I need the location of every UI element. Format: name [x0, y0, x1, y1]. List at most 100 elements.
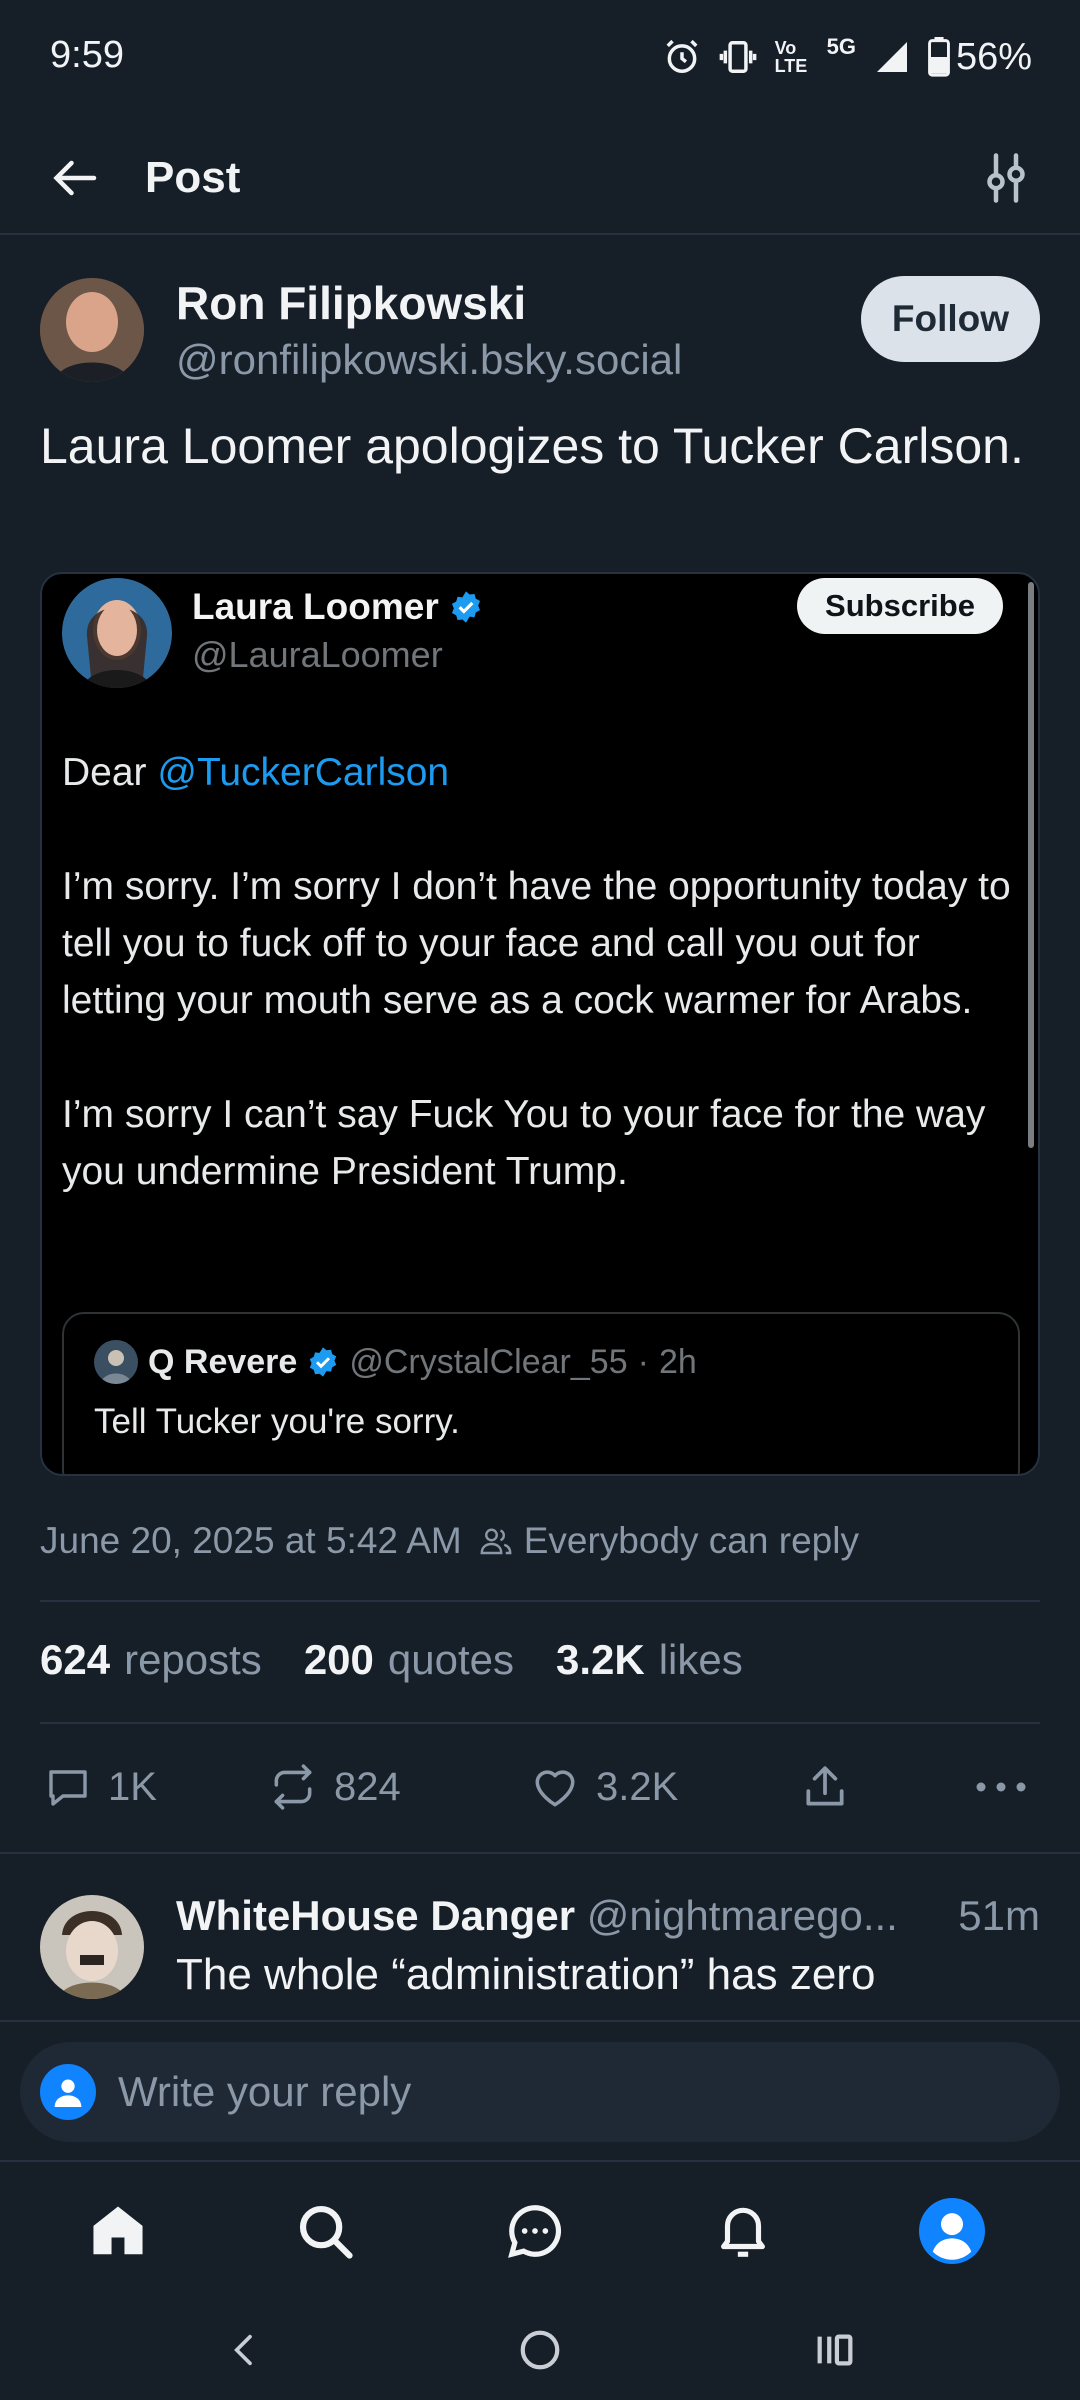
back-button[interactable] — [44, 148, 104, 208]
author-handle[interactable]: @ronfilipkowski.bsky.social — [176, 336, 682, 384]
reply-icon — [49, 1770, 87, 1806]
nav-notifications[interactable] — [708, 2196, 778, 2266]
share-button[interactable] — [800, 1755, 850, 1819]
mention-link: @TuckerCarlson — [157, 751, 450, 794]
reply-button[interactable]: 1K — [44, 1755, 157, 1819]
embed-paragraph-2: I’m sorry I can’t say Fuck You to your f… — [62, 1093, 986, 1193]
system-home-button[interactable] — [510, 2320, 570, 2380]
post-timestamp: June 20, 2025 at 5:42 AM — [40, 1520, 462, 1561]
verified-badge-icon — [451, 591, 480, 623]
alarm-icon — [663, 38, 701, 76]
vibrate-icon — [719, 38, 757, 76]
more-options-button[interactable] — [974, 1755, 1028, 1819]
quote-author-handle: @CrystalClear_55 — [349, 1342, 628, 1381]
reply-avatar[interactable] — [40, 1895, 144, 1999]
reply-author[interactable]: WhiteHouse Danger @nightmarego... — [176, 1892, 898, 1940]
quoted-post: Q Revere @CrystalClear_55 · 2h Tell Tuck… — [62, 1312, 1020, 1474]
status-time: 9:59 — [50, 34, 124, 76]
repost-count: 824 — [334, 1764, 401, 1809]
post-text: Laura Loomer apologizes to Tucker Carlso… — [40, 418, 1024, 474]
nav-search[interactable] — [290, 2196, 360, 2266]
reply-composer[interactable]: Write your reply — [20, 2042, 1060, 2142]
reply-author-handle: @nightmarego... — [586, 1892, 898, 1939]
reply-permission[interactable]: Everybody can reply — [478, 1520, 859, 1562]
embed-paragraph-1: I’m sorry. I’m sorry I don’t have the op… — [62, 865, 1011, 1022]
reply-author-name: WhiteHouse Danger — [176, 1892, 576, 1939]
quotes-label: quotes — [387, 1636, 514, 1683]
reposts-count: 624 — [40, 1636, 111, 1683]
author-avatar[interactable] — [40, 278, 144, 382]
search-icon — [299, 2205, 353, 2259]
likes-count: 3.2K — [556, 1636, 645, 1683]
reply-count: 1K — [108, 1764, 157, 1809]
people-icon — [480, 1528, 512, 1555]
post-stats: 624 reposts 200 quotes 3.2K likes — [40, 1636, 743, 1684]
quoted-post-header: Q Revere @CrystalClear_55 · 2h — [94, 1340, 697, 1384]
profile-icon — [919, 2198, 985, 2264]
embed-author-name: Laura Loomer — [192, 586, 483, 628]
greeting-text: Dear — [62, 751, 147, 794]
reply-permission-text: Everybody can reply — [523, 1520, 859, 1561]
bottom-nav — [0, 2160, 1080, 2296]
status-icons: Vo LTE 5G 56% — [663, 32, 1032, 82]
quote-author-name: Q Revere — [148, 1342, 298, 1381]
reply-input-placeholder: Write your reply — [118, 2068, 412, 2115]
nav-chat[interactable] — [500, 2196, 570, 2266]
likes-label: likes — [658, 1636, 743, 1683]
embed-scrollbar — [1028, 582, 1034, 1148]
repost-icon — [274, 1764, 312, 1810]
battery-level: 56% — [955, 35, 1032, 78]
embed-body: Dear @TuckerCarlson I’m sorry. I’m sorry… — [62, 744, 1012, 1257]
divider — [40, 1600, 1040, 1602]
likes-stat[interactable]: 3.2K likes — [556, 1636, 743, 1684]
reply-time: 51m — [958, 1892, 1040, 1939]
quotes-stat[interactable]: 200 quotes — [304, 1636, 514, 1684]
user-avatar — [40, 2064, 96, 2120]
sliders-icon — [987, 153, 1025, 203]
verified-badge-icon — [310, 1347, 337, 1377]
arrow-left-icon — [53, 160, 97, 196]
quote-text: Tell Tucker you're sorry. — [94, 1402, 460, 1441]
chat-icon — [508, 2205, 561, 2258]
quote-time: 2h — [658, 1342, 697, 1381]
post-meta: June 20, 2025 at 5:42 AM Everybody can r… — [40, 1520, 859, 1562]
like-button[interactable]: 3.2K — [530, 1755, 678, 1819]
author-name[interactable]: Ron Filipkowski — [176, 276, 526, 330]
nav-profile[interactable] — [917, 2196, 987, 2266]
follow-button[interactable]: Follow — [861, 276, 1040, 362]
divider — [40, 1722, 1040, 1724]
subscribe-button: Subscribe — [797, 578, 1003, 634]
more-dots-icon — [976, 1782, 1026, 1792]
repost-button[interactable]: 824 — [268, 1755, 401, 1819]
person-icon — [54, 2079, 82, 2107]
embed-greeting: Dear @TuckerCarlson — [62, 744, 1012, 801]
battery: 56% — [928, 36, 1032, 79]
system-nav-bar — [0, 2300, 1080, 2400]
thread-divider — [0, 1852, 1080, 1854]
battery-icon — [928, 37, 950, 77]
system-recents-button[interactable] — [805, 2320, 865, 2380]
quote-avatar — [94, 1340, 138, 1384]
status-bar: 9:59 Vo LTE 5G 56% — [0, 0, 1080, 120]
nav-home[interactable] — [83, 2196, 153, 2266]
reply-text[interactable]: The whole “administration” has zero — [176, 1950, 1056, 2006]
chevron-left-icon — [234, 2334, 252, 2366]
screen: 9:59 Vo LTE 5G 56% Post Ron Filipkowski … — [0, 0, 1080, 2400]
post-image[interactable]: Laura Loomer @LauraLoomer Subscribe Dear… — [40, 572, 1040, 1476]
share-icon — [806, 1766, 844, 1806]
like-count: 3.2K — [596, 1764, 679, 1809]
thread-settings-button[interactable] — [976, 148, 1036, 208]
network-type: 5G — [826, 34, 856, 59]
embed-avatar — [62, 578, 172, 688]
embed-name-text: Laura Loomer — [192, 586, 439, 627]
embed-author-handle: @LauraLoomer — [192, 634, 443, 675]
quote-separator: · — [637, 1342, 649, 1381]
page-title: Post — [145, 153, 241, 202]
bell-icon — [721, 2207, 765, 2257]
system-back-button[interactable] — [215, 2320, 275, 2380]
circle-home-icon — [520, 2330, 560, 2370]
reposts-label: reposts — [124, 1636, 262, 1683]
quotes-count: 200 — [303, 1636, 374, 1683]
reposts-stat[interactable]: 624 reposts — [40, 1636, 262, 1684]
post-actions: 1K 824 3.2K — [0, 1755, 1080, 1819]
